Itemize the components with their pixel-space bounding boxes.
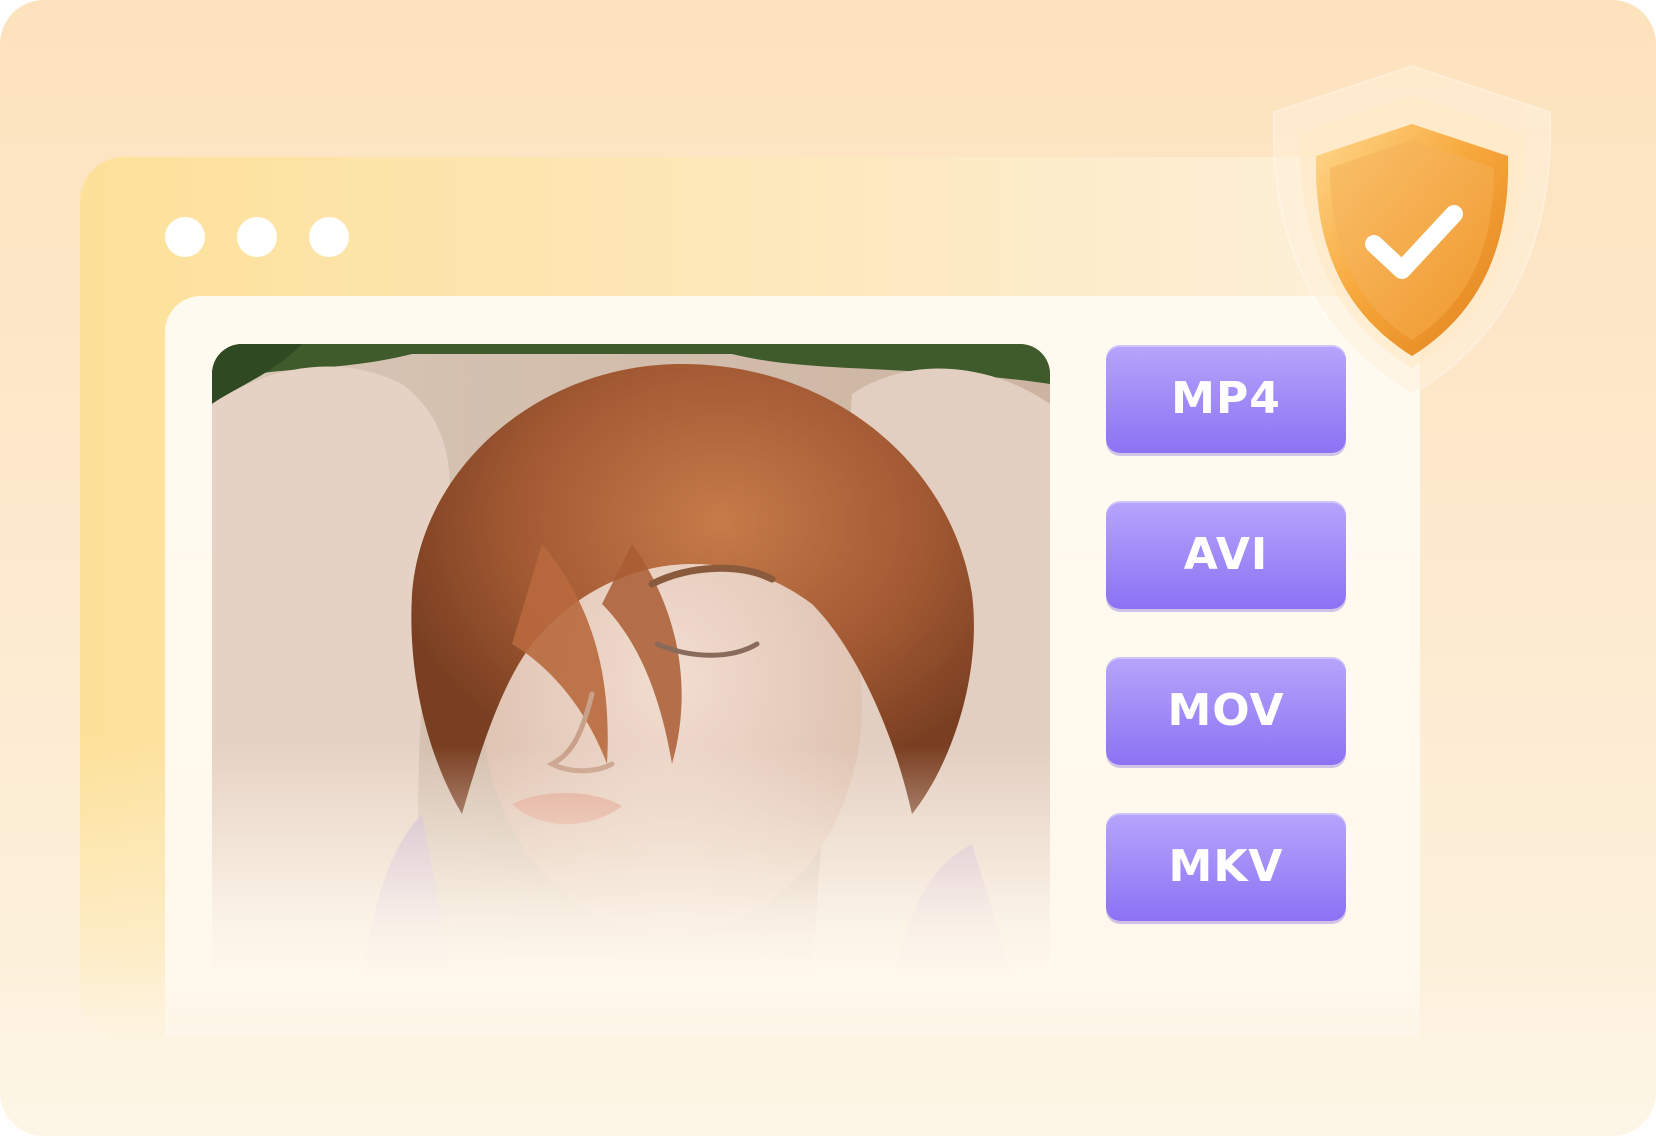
format-button-avi[interactable]: AVI <box>1106 501 1346 609</box>
illustration-canvas: MP4 AVI MOV MKV <box>0 0 1656 1136</box>
window-control-dot-3[interactable] <box>309 217 349 257</box>
format-button-mov[interactable]: MOV <box>1106 657 1346 765</box>
security-badge <box>1262 60 1562 400</box>
window-control-dot-1[interactable] <box>165 217 205 257</box>
bottom-fade <box>0 966 1656 1136</box>
photo-fade <box>212 746 1050 976</box>
video-preview-image <box>212 344 1050 976</box>
shield-check-icon <box>1272 64 1552 396</box>
window-control-dot-2[interactable] <box>237 217 277 257</box>
format-button-mkv[interactable]: MKV <box>1106 813 1346 921</box>
